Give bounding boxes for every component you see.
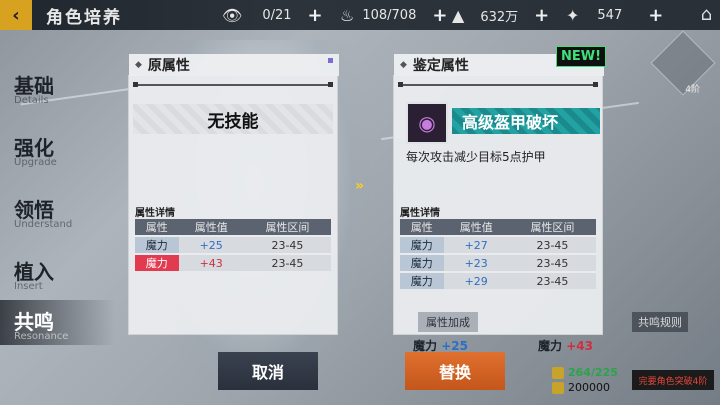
- range-cell: 23-45: [508, 235, 596, 254]
- table-row: 魔力 +43 23-45: [135, 253, 331, 271]
- table-row: 魔力 +29 23-45: [400, 271, 596, 289]
- column-header: 属性值: [443, 219, 509, 236]
- skill-name: 无技能: [133, 104, 333, 134]
- cost-value: 264/225: [568, 366, 618, 379]
- home-icon[interactable]: ⌂: [701, 4, 712, 25]
- value-cell: +27: [443, 235, 509, 254]
- rank-badge-label: 4阶: [685, 85, 700, 95]
- menu-sublabel: Details: [14, 95, 49, 106]
- range-cell: 23-45: [508, 271, 596, 289]
- resource-value: 547: [597, 7, 623, 23]
- rank-badge: [650, 30, 716, 96]
- column-header: 属性值: [178, 219, 244, 236]
- resource-value: 632万: [480, 9, 519, 25]
- bonus-label: 属性加成: [418, 312, 478, 332]
- value-cell: +23: [443, 253, 509, 272]
- transfer-arrow-icon: »: [355, 178, 365, 194]
- corner-marker: [328, 58, 333, 63]
- menu-item-understand[interactable]: 领悟 Understand: [14, 194, 114, 230]
- menu-item-details[interactable]: 基础 Details: [14, 70, 114, 106]
- add-button[interactable]: +: [432, 5, 447, 26]
- menu-sublabel: Upgrade: [14, 157, 57, 168]
- attr-cell: 魔力: [400, 271, 444, 289]
- flame-icon: ♨: [340, 5, 355, 25]
- section-title: 属性详情: [400, 208, 440, 219]
- menu-item-resonance[interactable]: 共鸣 Resonance: [14, 306, 114, 342]
- table-row: 魔力 +23 23-45: [400, 253, 596, 272]
- bonus-amount: +43: [566, 339, 593, 353]
- value-cell: +25: [178, 235, 244, 254]
- new-badge: NEW!: [555, 46, 606, 67]
- range-cell: 23-45: [508, 253, 596, 272]
- bonus-attr: 魔力: [413, 339, 438, 353]
- gold-icon: [552, 382, 564, 394]
- value-cell: +43: [178, 253, 244, 271]
- panel-header: ◆ 原属性: [129, 54, 339, 76]
- table-row: 魔力 +27 23-45: [400, 235, 596, 254]
- resource-gold: ▲ 632万 +: [452, 0, 549, 30]
- menu-sublabel: Resonance: [14, 331, 69, 342]
- original-attributes-panel: ◆ 原属性 无技能 属性详情 属性 属性值 属性区间 魔力 +25 23-45 …: [128, 54, 339, 335]
- attribute-table: 属性 属性值 属性区间 魔力 +25 23-45 魔力 +43 23-45: [135, 219, 331, 271]
- range-cell: 23-45: [243, 253, 331, 271]
- add-button[interactable]: +: [534, 5, 549, 26]
- add-button[interactable]: +: [648, 5, 663, 26]
- divider: [398, 82, 598, 87]
- resource-eye: 👁 0/21 +: [222, 0, 323, 30]
- column-header: 属性: [135, 219, 179, 236]
- skill-name: 高级盔甲破坏: [452, 108, 600, 134]
- resource-value: 0/21: [262, 7, 292, 23]
- cost-item: 200000: [552, 381, 632, 394]
- column-header: 属性区间: [508, 219, 596, 236]
- cost-value: 200000: [568, 381, 610, 394]
- resource-star: ✦ 547 +: [566, 0, 663, 30]
- menu-sublabel: Insert: [14, 281, 43, 292]
- resource-value: 108/708: [362, 7, 417, 23]
- chevron-left-icon: ‹: [12, 4, 20, 26]
- panel-title: 鉴定属性: [412, 58, 469, 74]
- attr-cell: 魔力: [400, 235, 444, 254]
- value-cell: +29: [443, 271, 509, 289]
- panel-title: 原属性: [147, 58, 190, 74]
- bonus-amount: +25: [441, 339, 468, 353]
- bonus-value-2: 魔力 +43: [538, 337, 593, 354]
- armor-break-skill-icon: ◉: [406, 102, 448, 144]
- replace-button[interactable]: 替换: [405, 352, 505, 390]
- back-button[interactable]: ‹: [0, 0, 32, 30]
- divider: [133, 82, 333, 87]
- column-header: 属性区间: [243, 219, 331, 236]
- menu-item-upgrade[interactable]: 强化 Upgrade: [14, 132, 114, 168]
- add-button[interactable]: +: [308, 5, 323, 26]
- attr-cell: 魔力: [135, 253, 179, 271]
- skill-description: 每次攻击减少目标5点护甲: [406, 150, 546, 164]
- page-title: 角色培养: [46, 7, 122, 28]
- identified-attributes-panel: ◆ 鉴定属性 NEW! ◉ 高级盔甲破坏 每次攻击减少目标5点护甲 属性详情 属…: [393, 46, 606, 335]
- requirement-warning: 完要角色突破4阶: [632, 370, 714, 390]
- diamond-icon: ◆: [135, 60, 142, 70]
- range-cell: 23-45: [243, 235, 331, 254]
- table-row: 魔力 +25 23-45: [135, 235, 331, 254]
- attr-cell: 魔力: [135, 235, 179, 254]
- menu-sublabel: Understand: [14, 219, 73, 230]
- bonus-attr: 魔力: [538, 339, 563, 353]
- triangle-icon: ▲: [452, 5, 465, 25]
- column-header: 属性: [400, 219, 444, 236]
- material-icon: [552, 367, 564, 379]
- resonance-rules-button[interactable]: 共鸣规则: [632, 312, 688, 332]
- diamond-icon: ◆: [400, 60, 407, 70]
- menu-item-insert[interactable]: 植入 Insert: [14, 256, 114, 292]
- eye-icon: 👁: [222, 5, 243, 25]
- resource-flame: ♨ 108/708 +: [340, 0, 447, 30]
- cancel-button[interactable]: 取消: [218, 352, 318, 390]
- attribute-table: 属性 属性值 属性区间 魔力 +27 23-45 魔力 +23 23-45 魔力…: [400, 219, 596, 289]
- section-title: 属性详情: [135, 208, 175, 219]
- attr-cell: 魔力: [400, 253, 444, 272]
- star-icon: ✦: [566, 5, 580, 25]
- cost-item: 264/225: [552, 366, 632, 379]
- cost-panel: 264/225 200000: [552, 366, 632, 394]
